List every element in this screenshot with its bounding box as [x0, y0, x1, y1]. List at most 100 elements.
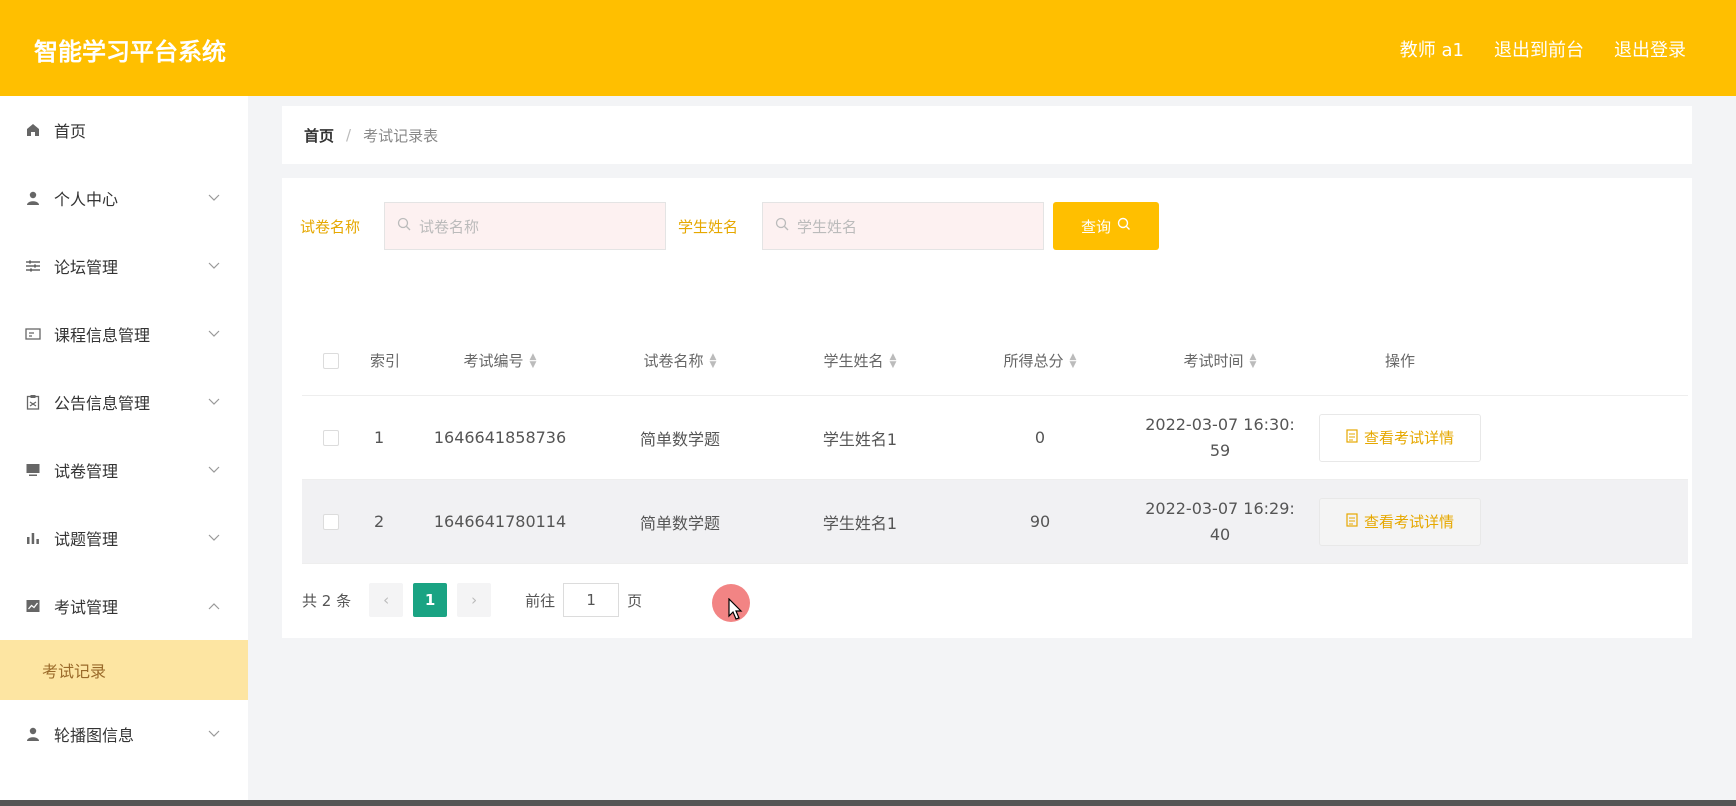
- home-icon: [24, 121, 42, 139]
- sort-icon: ▲ ▼: [889, 351, 897, 370]
- breadcrumb-separator: /: [346, 126, 352, 144]
- col-exam-no-label: 考试编号: [463, 352, 524, 370]
- row-checkbox[interactable]: [323, 429, 339, 446]
- exit-front-link[interactable]: 退出到前台: [1494, 36, 1584, 62]
- page-button-1[interactable]: 1: [413, 583, 448, 617]
- table-header: 索引 考试编号 ▲ ▼ 试卷名称 ▲ ▼ 学生姓名 ▲ ▼ 所得总分 ▲ ▼ 考试时间 ▲ ▼ 操作: [302, 326, 1688, 396]
- search-icon: [397, 217, 411, 235]
- search-icon: [1117, 217, 1131, 235]
- sidebar-item-label: 考试管理: [54, 598, 119, 617]
- col-actions: 操作: [1384, 352, 1415, 370]
- student-name-placeholder: 学生姓名: [797, 217, 858, 236]
- cell-paper-name: 简单数学题: [639, 513, 720, 533]
- main-content: 首页 / 考试记录表 试卷名称 试卷名称 学生姓名 学生姓名 查询 索引 考试编…: [248, 96, 1736, 800]
- paper-name-label: 试卷名称: [300, 218, 361, 236]
- student-name-input[interactable]: 学生姓名: [762, 202, 1044, 250]
- query-button-label: 查询: [1080, 217, 1111, 236]
- sidebar-item-home[interactable]: 首页: [0, 96, 248, 164]
- user-icon: [24, 189, 42, 207]
- page-unit-label: 页: [627, 591, 643, 610]
- col-student-name[interactable]: 学生姓名 ▲ ▼: [770, 326, 950, 395]
- search-icon: [775, 217, 789, 235]
- student-name-label: 学生姓名: [678, 218, 739, 236]
- col-score[interactable]: 所得总分 ▲ ▼: [950, 326, 1130, 395]
- row-checkbox[interactable]: [323, 513, 339, 530]
- user-icon: [24, 725, 42, 743]
- cell-index: 1: [374, 428, 385, 447]
- sidebar-item-label: 轮播图信息: [54, 726, 135, 745]
- view-exam-detail-label: 查看考试详情: [1363, 429, 1454, 447]
- pagination: 共 2 条 ‹ 1 › 前往 1 页: [302, 582, 642, 618]
- sidebar-item-course[interactable]: 课程信息管理: [0, 300, 248, 368]
- sidebar-item-exam[interactable]: 考试管理: [0, 572, 248, 640]
- sidebar: 首页 个人中心 论坛管理 课程信息管理 公告信息管理 试卷管理 试题管理 考试管…: [0, 96, 248, 800]
- sort-icon: ▲ ▼: [709, 351, 717, 370]
- sidebar-item-label: 首页: [54, 122, 87, 141]
- chevron-down-icon: [206, 726, 222, 742]
- col-student-name-label: 学生姓名: [823, 352, 884, 370]
- chevron-down-icon: [206, 394, 222, 410]
- line-chart-icon: [24, 597, 42, 615]
- app-title: 智能学习平台系统: [34, 38, 226, 66]
- cell-score: 0: [1034, 428, 1046, 447]
- sidebar-subitem-exam-records[interactable]: 考试记录: [0, 640, 248, 700]
- view-exam-detail-button[interactable]: 查看考试详情: [1319, 413, 1481, 462]
- col-index: 索引: [369, 352, 400, 370]
- logout-link[interactable]: 退出登录: [1614, 36, 1686, 62]
- sidebar-item-label: 论坛管理: [54, 258, 119, 277]
- mouse-cursor-icon: [728, 598, 743, 620]
- cell-score: 90: [1029, 512, 1051, 531]
- breadcrumb: 首页 / 考试记录表: [282, 106, 1692, 164]
- user-name[interactable]: 教师 a1: [1400, 36, 1464, 62]
- sort-icon: ▲ ▼: [529, 351, 537, 370]
- chevron-up-icon: [206, 598, 222, 614]
- exam-records-table: 索引 考试编号 ▲ ▼ 试卷名称 ▲ ▼ 学生姓名 ▲ ▼ 所得总分 ▲ ▼ 考试时间 ▲ ▼ 操作…: [302, 326, 1688, 564]
- sidebar-item-question[interactable]: 试题管理: [0, 504, 248, 572]
- total-count: 共 2 条: [302, 591, 352, 610]
- sliders-icon: [24, 257, 42, 275]
- view-exam-detail-button[interactable]: 查看考试详情: [1319, 497, 1481, 546]
- cell-student-name: 学生姓名1: [822, 429, 898, 449]
- sidebar-item-label: 试卷管理: [54, 462, 119, 481]
- col-score-label: 所得总分: [1003, 352, 1064, 370]
- document-icon: [1346, 512, 1358, 531]
- bar-chart-icon: [24, 529, 42, 547]
- view-exam-detail-label: 查看考试详情: [1363, 513, 1454, 531]
- chevron-down-icon: [206, 258, 222, 274]
- paper-name-input[interactable]: 试卷名称: [384, 202, 666, 250]
- document-icon: [1346, 428, 1358, 447]
- cell-student-name: 学生姓名1: [822, 513, 898, 533]
- query-button[interactable]: 查询: [1053, 202, 1159, 250]
- chevron-down-icon: [206, 530, 222, 546]
- col-paper-name[interactable]: 试卷名称 ▲ ▼: [590, 326, 770, 395]
- breadcrumb-home[interactable]: 首页: [304, 125, 334, 146]
- cell-exam-no: 1646641780114: [433, 512, 567, 531]
- table-row: 1 1646641858736 简单数学题 学生姓名1 0 2022-03-07…: [302, 396, 1688, 480]
- content-panel: 试卷名称 试卷名称 学生姓名 学生姓名 查询 索引 考试编号 ▲ ▼ 试卷名称 ▲ ▼ …: [282, 178, 1692, 638]
- next-page-button[interactable]: ›: [457, 583, 492, 617]
- paper-name-placeholder: 试卷名称: [419, 217, 480, 236]
- monitor-icon: [24, 461, 42, 479]
- col-exam-time[interactable]: 考试时间 ▲ ▼: [1130, 326, 1310, 395]
- exam-time-line-2: 40: [1209, 524, 1231, 544]
- col-exam-no[interactable]: 考试编号 ▲ ▼: [410, 326, 590, 395]
- window-bottom-edge: [0, 800, 1736, 806]
- sidebar-item-personal-center[interactable]: 个人中心: [0, 164, 248, 232]
- goto-page-input[interactable]: 1: [563, 583, 620, 617]
- sidebar-item-forum[interactable]: 论坛管理: [0, 232, 248, 300]
- chevron-down-icon: [206, 326, 222, 342]
- table-row: 2 1646641780114 简单数学题 学生姓名1 90 2022-03-0…: [302, 480, 1688, 564]
- sidebar-item-paper[interactable]: 试卷管理: [0, 436, 248, 504]
- sort-icon: ▲ ▼: [1249, 351, 1257, 370]
- chevron-down-icon: [206, 462, 222, 478]
- sidebar-item-notice[interactable]: 公告信息管理: [0, 368, 248, 436]
- cell-index: 2: [374, 512, 385, 531]
- cell-exam-no: 1646641858736: [433, 428, 567, 447]
- top-header: 智能学习平台系统 教师 a1 退出到前台 退出登录: [0, 0, 1736, 96]
- sidebar-item-carousel[interactable]: 轮播图信息: [0, 700, 248, 768]
- select-all-checkbox[interactable]: [323, 352, 339, 369]
- sidebar-item-label: 课程信息管理: [54, 326, 151, 345]
- prev-page-button[interactable]: ‹: [369, 583, 404, 617]
- exam-time-line-2: 59: [1209, 440, 1231, 460]
- cell-exam-time: 2022-03-07 16:30: 59: [1130, 396, 1310, 479]
